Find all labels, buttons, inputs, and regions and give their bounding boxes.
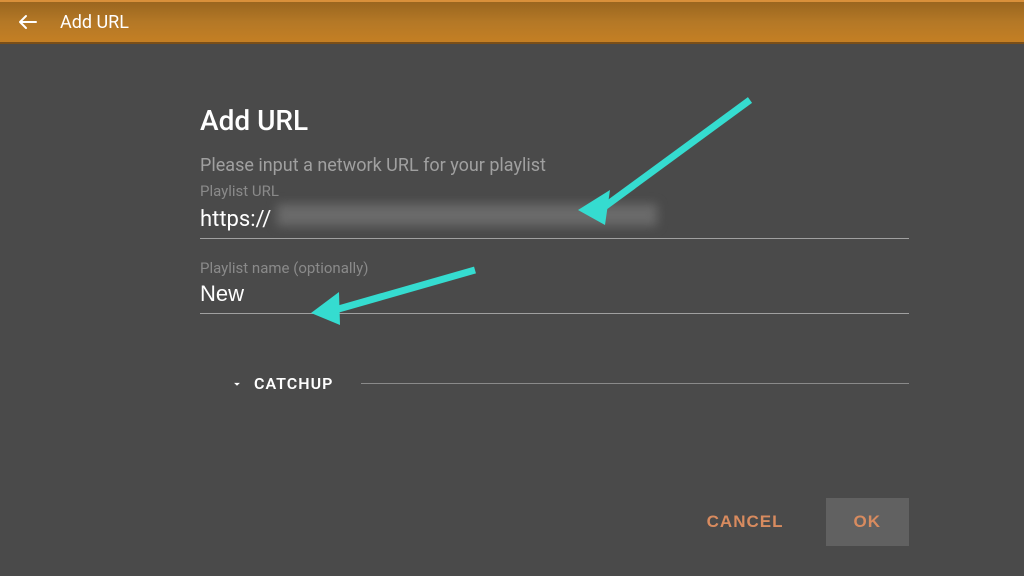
dialog-subtitle: Please input a network URL for your play… [200,155,909,176]
ok-button[interactable]: OK [826,498,910,546]
playlist-name-input-wrapper[interactable] [200,281,909,314]
name-field-label: Playlist name (optionally) [200,259,909,277]
divider-line [361,383,909,384]
url-blurred-content [277,204,657,226]
dialog-actions: CANCEL OK [687,498,909,546]
header-bar: Add URL [0,0,1024,44]
playlist-url-value: https:// [200,204,909,232]
cancel-button[interactable]: CANCEL [687,498,804,546]
dialog-title: Add URL [200,104,909,137]
chevron-down-icon [230,377,244,391]
header-title: Add URL [60,12,129,33]
url-field-label: Playlist URL [200,182,909,200]
catchup-label: CATCHUP [254,374,333,393]
playlist-url-input-wrapper[interactable]: https:// [200,204,909,239]
back-arrow-icon[interactable] [16,10,40,34]
add-url-dialog: Add URL Please input a network URL for y… [0,44,1024,393]
url-prefix: https:// [200,207,271,232]
playlist-name-input[interactable] [200,281,909,307]
catchup-section[interactable]: CATCHUP [200,374,909,393]
